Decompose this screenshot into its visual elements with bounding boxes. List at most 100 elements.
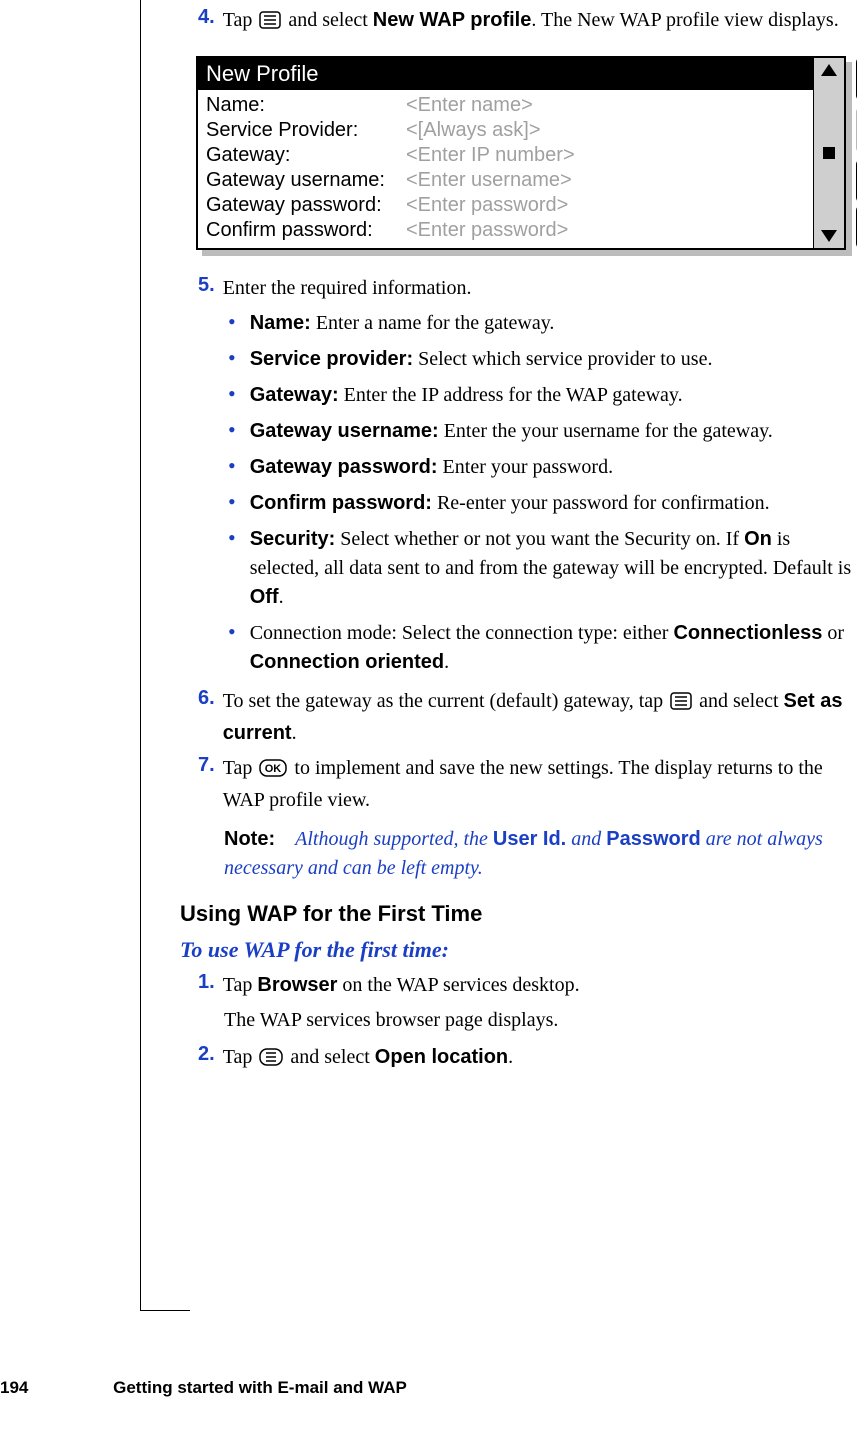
note-body: Although supported, the User Id. and Pas…	[224, 828, 823, 879]
page-footer: 194 Getting started with E-mail and WAP	[0, 1378, 857, 1398]
bullet-icon: •	[228, 453, 236, 482]
text: Tap	[223, 9, 258, 31]
step-7-number: 7.	[198, 754, 215, 815]
firsttime-step-1-body: Tap Browser on the WAP services desktop.	[223, 971, 857, 1000]
scroll-thumb-icon[interactable]	[823, 147, 835, 159]
profile-field-value[interactable]: <Enter IP number>	[406, 144, 805, 167]
firsttime-step-2-body: Tap and select Open location.	[223, 1043, 857, 1075]
text-bold: User Id.	[493, 828, 566, 850]
scroll-down-icon[interactable]	[821, 230, 837, 242]
profile-field-label: Gateway password:	[206, 194, 406, 217]
text: Enter the your username for the gateway.	[439, 420, 773, 442]
text: Select which service provider to use.	[413, 348, 712, 370]
profile-field-label: Service Provider:	[206, 119, 406, 142]
svg-text:OK: OK	[265, 763, 282, 775]
text: Tap	[223, 974, 258, 996]
text: Tap	[223, 1046, 258, 1068]
text-bold: Connection oriented	[250, 651, 444, 673]
text: Tap	[223, 757, 258, 779]
text-bold: Open location	[375, 1046, 508, 1068]
text-bold: Off	[250, 586, 279, 608]
step-4-body: Tap and select New WAP profile. The New …	[223, 6, 857, 38]
profile-field-label: Gateway:	[206, 144, 406, 167]
profile-title: New Profile	[198, 58, 813, 90]
text: .	[292, 722, 297, 744]
profile-field-value[interactable]: <[Always ask]>	[406, 119, 805, 142]
bullet-icon: •	[228, 417, 236, 446]
bullet-icon: •	[228, 525, 236, 612]
text-bold: Security:	[250, 528, 336, 550]
chapter-title: Getting started with E-mail and WAP	[113, 1378, 407, 1397]
text-bold: On	[744, 528, 772, 550]
bullet-icon: •	[228, 489, 236, 518]
profile-field-label: Gateway username:	[206, 169, 406, 192]
firsttime-step-1-sub: The WAP services browser page displays.	[224, 1006, 857, 1035]
profile-field-value[interactable]: <Enter name>	[406, 94, 805, 117]
profile-field-value[interactable]: <Enter password>	[406, 194, 805, 217]
text: and	[566, 828, 606, 850]
list-item: • Confirm password: Re-enter your passwor…	[228, 489, 857, 518]
list-item: • Security: Select whether or not you wan…	[228, 525, 857, 612]
step-4-number: 4.	[198, 6, 215, 38]
bullet-icon: •	[228, 345, 236, 374]
profile-field-value[interactable]: <Enter username>	[406, 169, 805, 192]
step-6-body: To set the gateway as the current (defau…	[223, 687, 857, 748]
scroll-up-icon[interactable]	[821, 64, 837, 76]
text: Select whether or not you want the Secur…	[335, 528, 744, 550]
margin-rule-horizontal	[140, 1310, 190, 1311]
step-6: 6. To set the gateway as the current (de…	[198, 687, 857, 748]
step-7-body: Tap OK to implement and save the new set…	[223, 754, 857, 815]
bullet-icon: •	[228, 619, 236, 677]
heading-using-wap: Using WAP for the First Time	[180, 901, 857, 927]
list-item: •Gateway: Enter the IP address for the W…	[228, 381, 857, 410]
text-bold: Gateway password:	[250, 456, 438, 478]
step-5-body: Enter the required information.	[223, 274, 857, 303]
text-bold: Gateway username:	[250, 420, 439, 442]
text: Re-enter your password for confirmation.	[432, 492, 770, 514]
text-bold: Browser	[257, 974, 337, 996]
list-item: •Name: Enter a name for the gateway.	[228, 309, 857, 338]
step-5-number: 5.	[198, 274, 215, 303]
text: on the WAP services desktop.	[337, 974, 579, 996]
list-item: • Gateway username: Enter the your userna…	[228, 417, 857, 446]
list-item: • Connection mode: Select the connection …	[228, 619, 857, 677]
menu-icon	[259, 9, 281, 38]
bullet-list: •Name: Enter a name for the gateway.•Ser…	[228, 309, 857, 677]
step-5: 5. Enter the required information.	[198, 274, 857, 303]
note-block: Note: Although supported, the User Id. a…	[224, 825, 857, 883]
text: and select	[694, 690, 783, 712]
profile-field-value[interactable]: <Enter password>	[406, 219, 805, 242]
page-number: 194	[0, 1378, 28, 1398]
margin-rule-vertical	[140, 0, 141, 1310]
text-bold: New WAP profile	[373, 9, 532, 31]
text: Enter a name for the gateway.	[311, 312, 555, 334]
text-bold: Connectionless	[673, 622, 822, 644]
step-7: 7. Tap OK to implement and save the new …	[198, 754, 857, 815]
text: Enter your password.	[438, 456, 614, 478]
text: .	[444, 651, 449, 673]
text-bold: Gateway:	[250, 384, 339, 406]
text: to implement and save the new settings. …	[223, 757, 823, 811]
text-bold: Service provider:	[250, 348, 413, 370]
text: or	[822, 622, 844, 644]
text: and select	[285, 1046, 374, 1068]
scrollbar[interactable]	[813, 58, 844, 248]
text: Connection mode: Select the connection t…	[250, 622, 674, 644]
text: To set the gateway as the current (defau…	[223, 690, 668, 712]
bullet-icon: •	[228, 309, 236, 338]
subheading-first-time: To use WAP for the first time:	[180, 937, 857, 963]
firsttime-step-2: 2. Tap and select Open location.	[198, 1043, 857, 1075]
firsttime-step-2-number: 2.	[198, 1043, 215, 1075]
new-profile-diagram: New Profile Name:<Enter name>Service Pro…	[196, 56, 846, 250]
step-6-number: 6.	[198, 687, 215, 748]
note-label: Note:	[224, 828, 275, 850]
bullet-icon: •	[228, 381, 236, 410]
step-4: 4. Tap and select New WAP profile. The N…	[198, 6, 857, 38]
firsttime-step-1-number: 1.	[198, 971, 215, 1000]
profile-field-label: Confirm password:	[206, 219, 406, 242]
text-bold: Confirm password:	[250, 492, 432, 514]
list-item: • Service provider: Select which service …	[228, 345, 857, 374]
firsttime-step-1: 1. Tap Browser on the WAP services deskt…	[198, 971, 857, 1000]
text-bold: Password	[606, 828, 700, 850]
text: .	[279, 586, 284, 608]
